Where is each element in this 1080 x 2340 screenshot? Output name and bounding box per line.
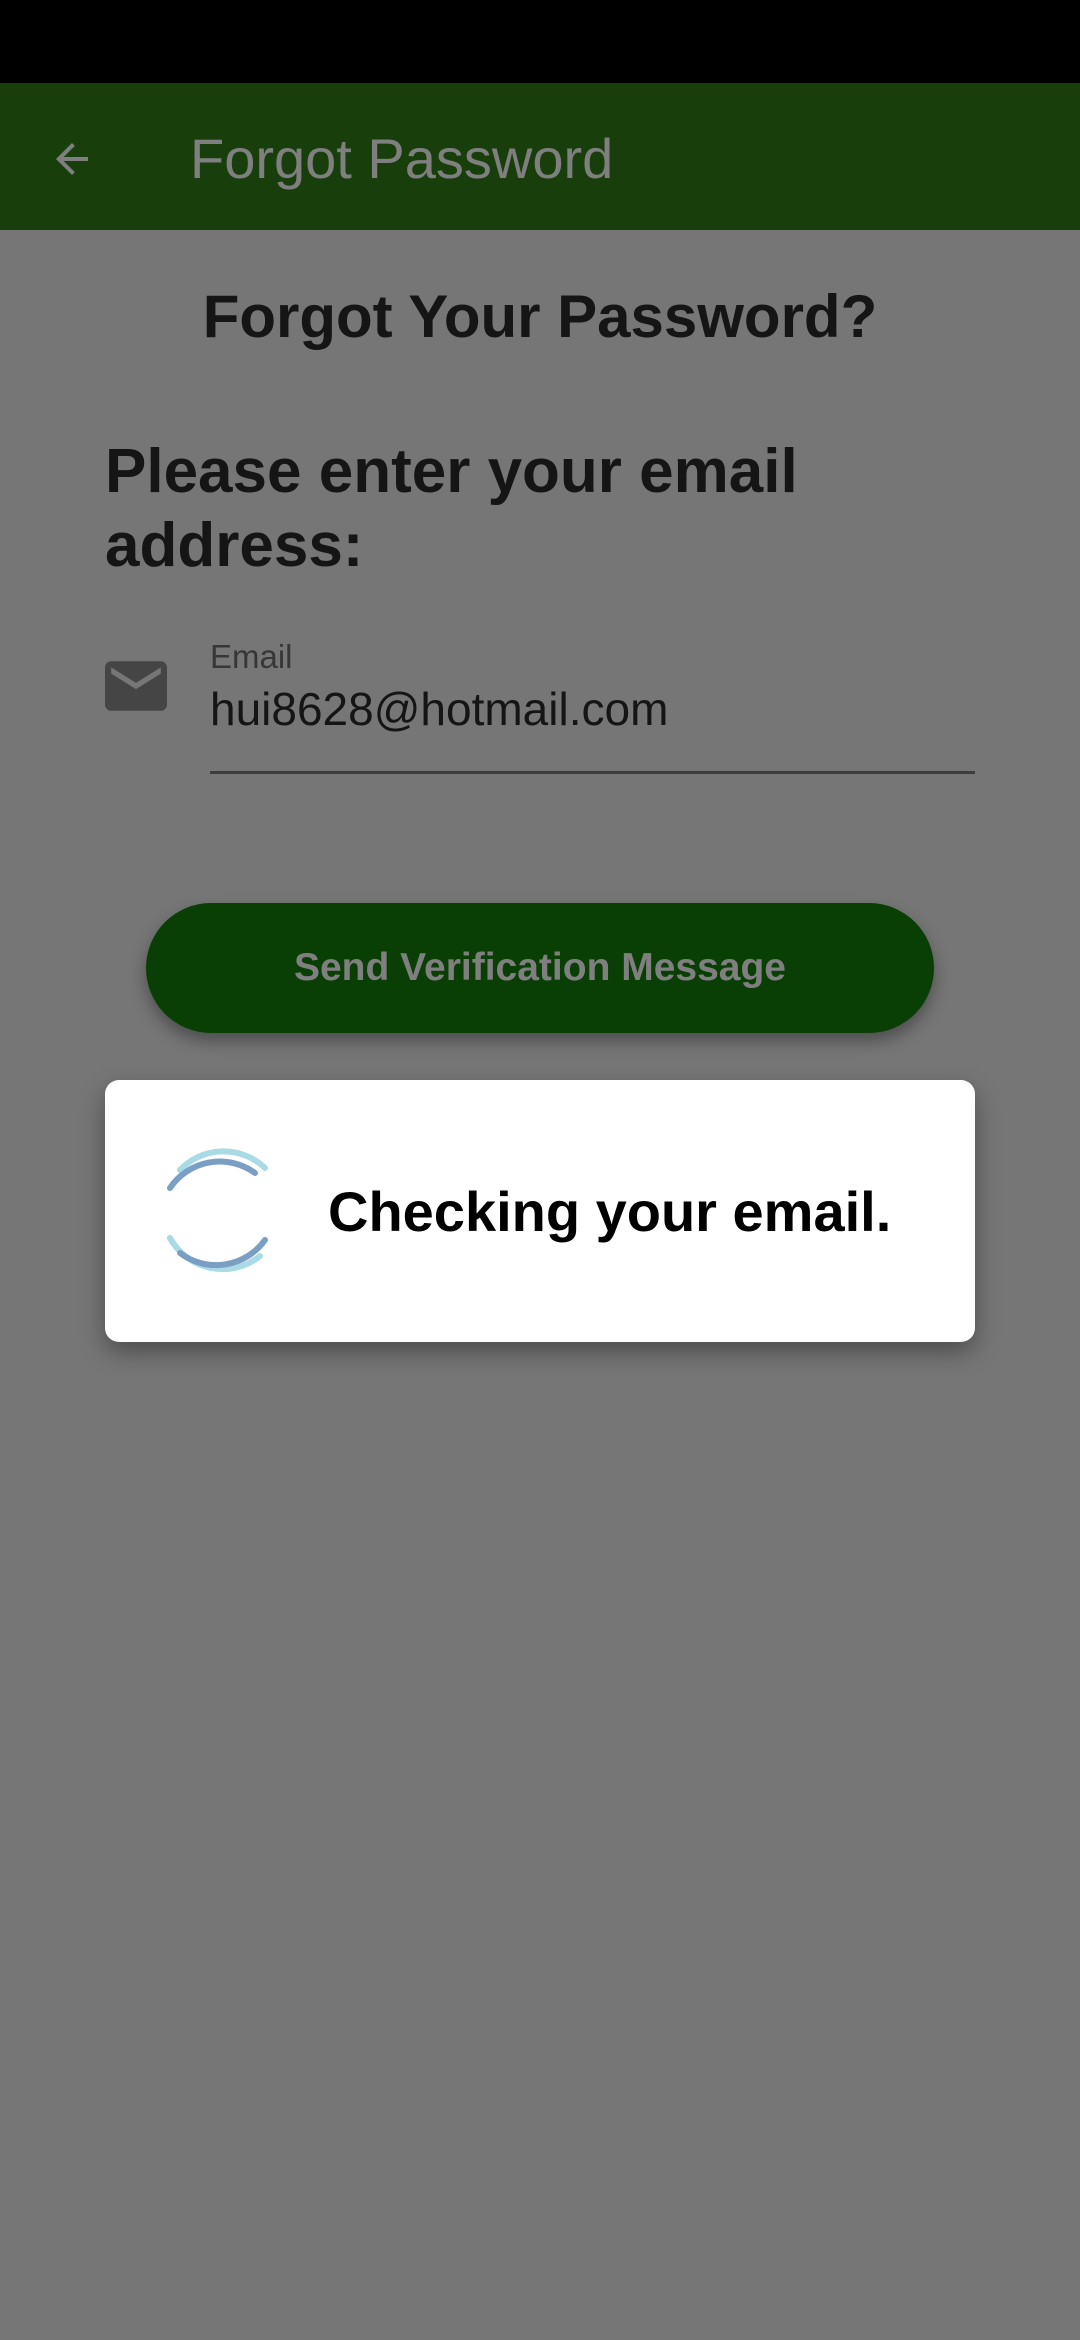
dialog-message: Checking your email. [328, 1179, 892, 1243]
loading-spinner-icon [167, 1148, 268, 1273]
progress-dialog: Checking your email. [105, 1080, 975, 1342]
status-bar [0, 0, 1080, 83]
